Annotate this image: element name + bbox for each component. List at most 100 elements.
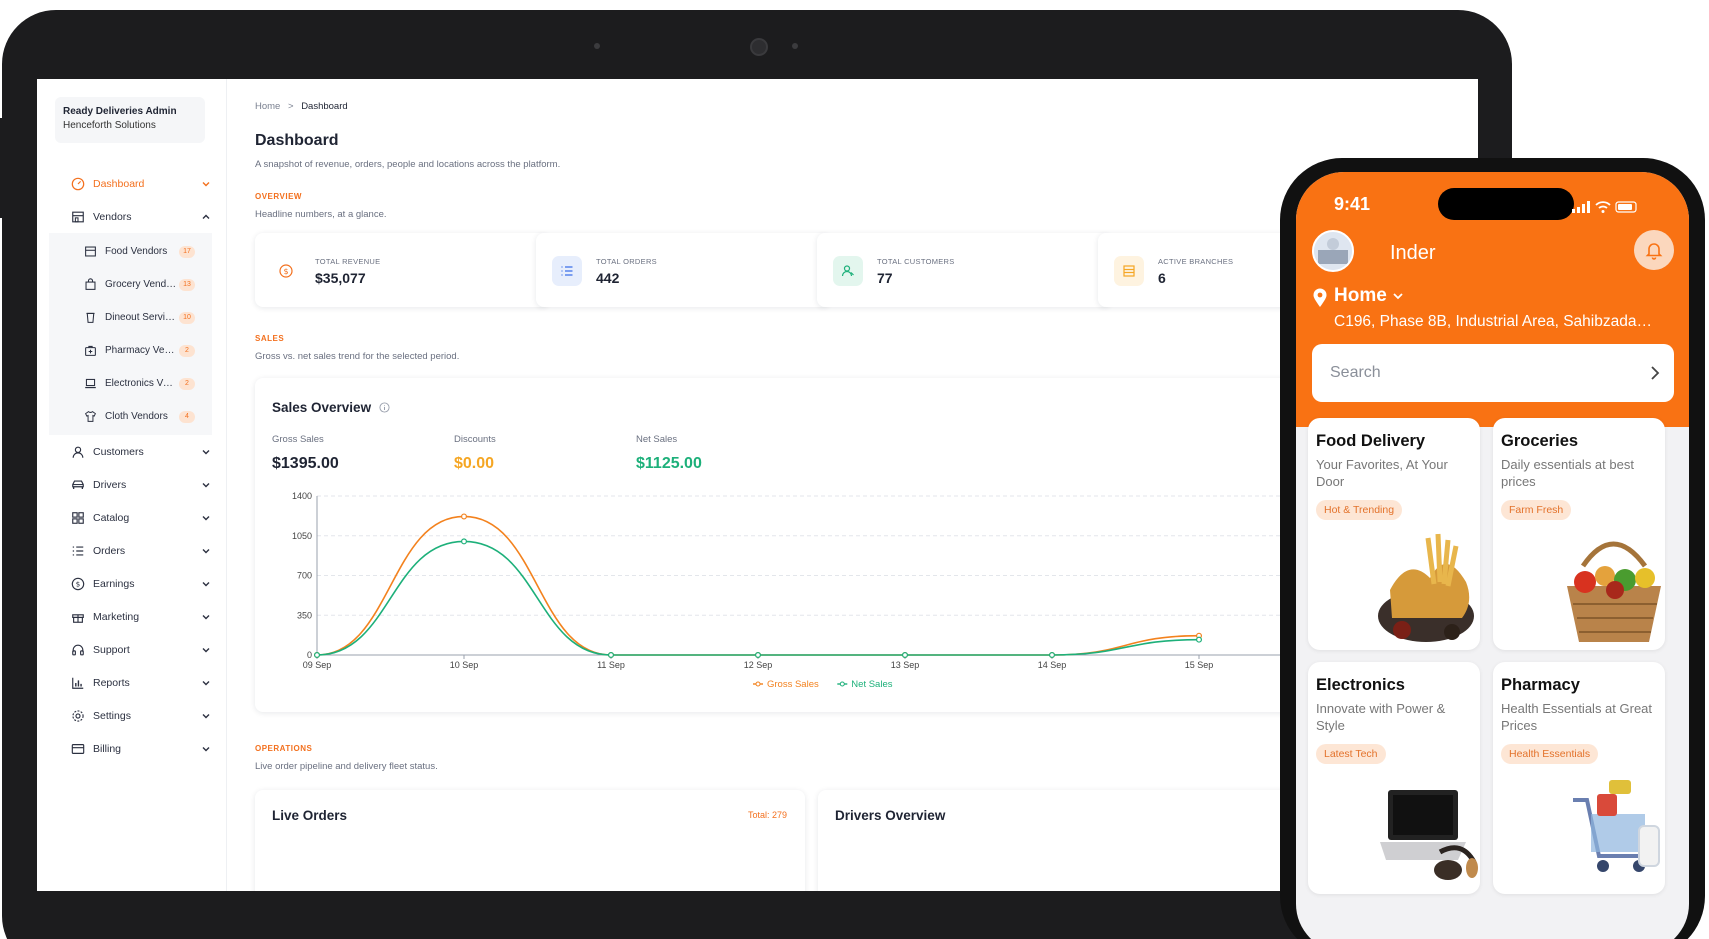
tile-title: Pharmacy	[1501, 676, 1580, 694]
breadcrumb: Home > Dashboard	[255, 101, 348, 112]
sidebar-item-reports[interactable]: Reports	[37, 666, 227, 699]
live-orders-card: Live Orders Total: 279	[255, 790, 805, 891]
data-point	[901, 652, 908, 659]
chevron-down-icon	[202, 647, 210, 652]
gear-icon	[72, 709, 84, 722]
data-point	[461, 538, 468, 545]
chevron-down-icon	[202, 680, 210, 685]
stat-value: 442	[596, 270, 620, 286]
tile-badge: Health Essentials	[1501, 744, 1599, 764]
sidebar-item-label: Marketing	[93, 610, 140, 623]
sidebar-item-customers[interactable]: Customers	[37, 435, 227, 468]
sidebar-item-support[interactable]: Support	[37, 633, 227, 666]
sidebar-item-label: Orders	[93, 544, 126, 557]
store-icon	[85, 246, 96, 257]
svg-text:$: $	[76, 580, 80, 588]
x-tick-label: 12 Sep	[744, 660, 773, 670]
sidebar-subitem-dineout-services[interactable]: Dineout Services 10	[49, 301, 212, 334]
section-sub-operations: Live order pipeline and delivery fleet s…	[255, 761, 438, 772]
sidebar-subitem-label: Cloth Vendors	[105, 411, 168, 422]
count-badge: 4	[179, 410, 195, 423]
data-point	[313, 652, 320, 659]
sidebar-subitem-cloth-vendors[interactable]: Cloth Vendors 4	[49, 400, 212, 433]
category-tile-food-delivery[interactable]: Food Delivery Your Favorites, At Your Do…	[1308, 418, 1480, 650]
sidebar-subitem-grocery-vendors[interactable]: Grocery Vendors 13	[49, 268, 212, 301]
search-placeholder: Search	[1330, 364, 1381, 381]
sidebar-item-catalog[interactable]: Catalog	[37, 501, 227, 534]
breadcrumb-separator: >	[287, 101, 294, 112]
camera-icon	[750, 38, 768, 56]
sidebar-item-drivers[interactable]: Drivers	[37, 468, 227, 501]
phone-screen: 9:41 Inder Home C196, Phase 8B, Industri…	[1296, 172, 1689, 939]
chevron-down-icon	[202, 581, 210, 586]
sidebar-item-orders[interactable]: Orders	[37, 534, 227, 567]
tile-badge: Latest Tech	[1316, 744, 1386, 764]
org-title: Ready Deliveries Admin	[63, 106, 177, 117]
avatar[interactable]	[1312, 230, 1354, 272]
stat-card-total-orders[interactable]: TOTAL ORDERS 442	[536, 233, 830, 307]
dynamic-island	[1438, 188, 1574, 220]
svg-text:$: $	[283, 267, 288, 276]
section-sub-overview: Headline numbers, at a glance.	[255, 209, 387, 220]
stat-value: 77	[877, 270, 893, 286]
shirt-icon	[85, 411, 96, 422]
grocery-basket-image	[1567, 541, 1661, 642]
breadcrumb-current: Dashboard	[301, 101, 348, 112]
y-tick-label: 0	[307, 650, 312, 660]
shopping-bag-icon	[85, 278, 96, 290]
notification-bell-button[interactable]	[1634, 230, 1674, 270]
laptop-icon	[85, 378, 96, 389]
legend-marker	[839, 681, 845, 687]
org-switcher[interactable]: Ready Deliveries Admin Henceforth Soluti…	[55, 97, 205, 143]
breadcrumb-home[interactable]: Home	[255, 101, 280, 112]
sidebar-subitem-label: Pharmacy Vendors	[105, 345, 177, 356]
sidebar-item-label: Reports	[93, 676, 130, 689]
sales-line-chart: 0 350 700 1050 1400 09 Sep 10 Sep 11 Sep 12 Sep 1…	[292, 491, 1435, 690]
category-tile-electronics[interactable]: Electronics Innovate with Power & Style …	[1308, 662, 1480, 894]
section-label-sales: SALES	[255, 334, 285, 343]
sidebar-item-marketing[interactable]: Marketing	[37, 600, 227, 633]
user-name: Inder	[1390, 242, 1436, 264]
tile-subtitle: Daily essentials at best prices	[1501, 457, 1634, 489]
sidebar-subitem-food-vendors[interactable]: Food Vendors 17	[49, 235, 212, 268]
pharmacy-cart-image	[1573, 780, 1660, 872]
x-tick-label: 10 Sep	[450, 660, 479, 670]
location-selector[interactable]: Home	[1334, 285, 1404, 307]
list-icon	[72, 545, 84, 556]
location-pin-icon	[1313, 288, 1327, 307]
legend-marker	[755, 681, 761, 687]
category-tile-groceries[interactable]: Groceries Daily essentials at best price…	[1493, 418, 1665, 650]
sidebar-item-settings[interactable]: Settings	[37, 699, 227, 732]
chevron-down-icon	[202, 449, 210, 454]
vendors-submenu: Food Vendors 17 Grocery Vendors 13 Dineo…	[49, 233, 212, 435]
sidebar-item-earnings[interactable]: $ Earnings	[37, 567, 227, 600]
x-tick-label: 11 Sep	[597, 660, 625, 670]
laptop-headphones-image	[1380, 790, 1478, 880]
chevron-down-icon	[202, 181, 210, 186]
chevron-right-icon	[1651, 366, 1660, 380]
x-tick-label: 09 Sep	[303, 660, 332, 670]
sidebar-item-vendors[interactable]: Vendors	[37, 200, 227, 233]
chevron-down-icon	[202, 548, 210, 553]
sidebar-subitem-pharmacy-vendors[interactable]: Pharmacy Vendors 2	[49, 334, 212, 367]
tile-badge: Hot & Trending	[1316, 500, 1403, 520]
y-tick-label: 1400	[292, 491, 312, 501]
sidebar-item-billing[interactable]: Billing	[37, 732, 227, 765]
live-orders-total: Total: 279	[747, 810, 787, 820]
cup-icon	[86, 312, 95, 323]
data-point	[608, 652, 615, 659]
y-tick-label: 700	[297, 571, 312, 581]
sensor-dot	[792, 43, 798, 49]
stat-label: ACTIVE BRANCHES	[1158, 257, 1234, 266]
category-tile-pharmacy[interactable]: Pharmacy Health Essentials at Great Pric…	[1493, 662, 1665, 894]
sidebar-subitem-electronics-vendors[interactable]: Electronics Vendors 2	[49, 367, 212, 400]
sidebar-item-dashboard[interactable]: Dashboard	[37, 167, 227, 200]
drivers-overview-title: Drivers Overview	[835, 808, 946, 823]
stat-card-total-revenue[interactable]: $ TOTAL REVENUE $35,077	[255, 233, 549, 307]
stage: Ready Deliveries Admin Henceforth Soluti…	[0, 0, 1709, 939]
search-input[interactable]: Search	[1312, 344, 1674, 402]
store-icon	[72, 211, 84, 222]
stat-value: $35,077	[315, 270, 366, 286]
data-point	[1048, 652, 1055, 659]
stat-card-total-customers[interactable]: TOTAL CUSTOMERS 77	[817, 233, 1111, 307]
